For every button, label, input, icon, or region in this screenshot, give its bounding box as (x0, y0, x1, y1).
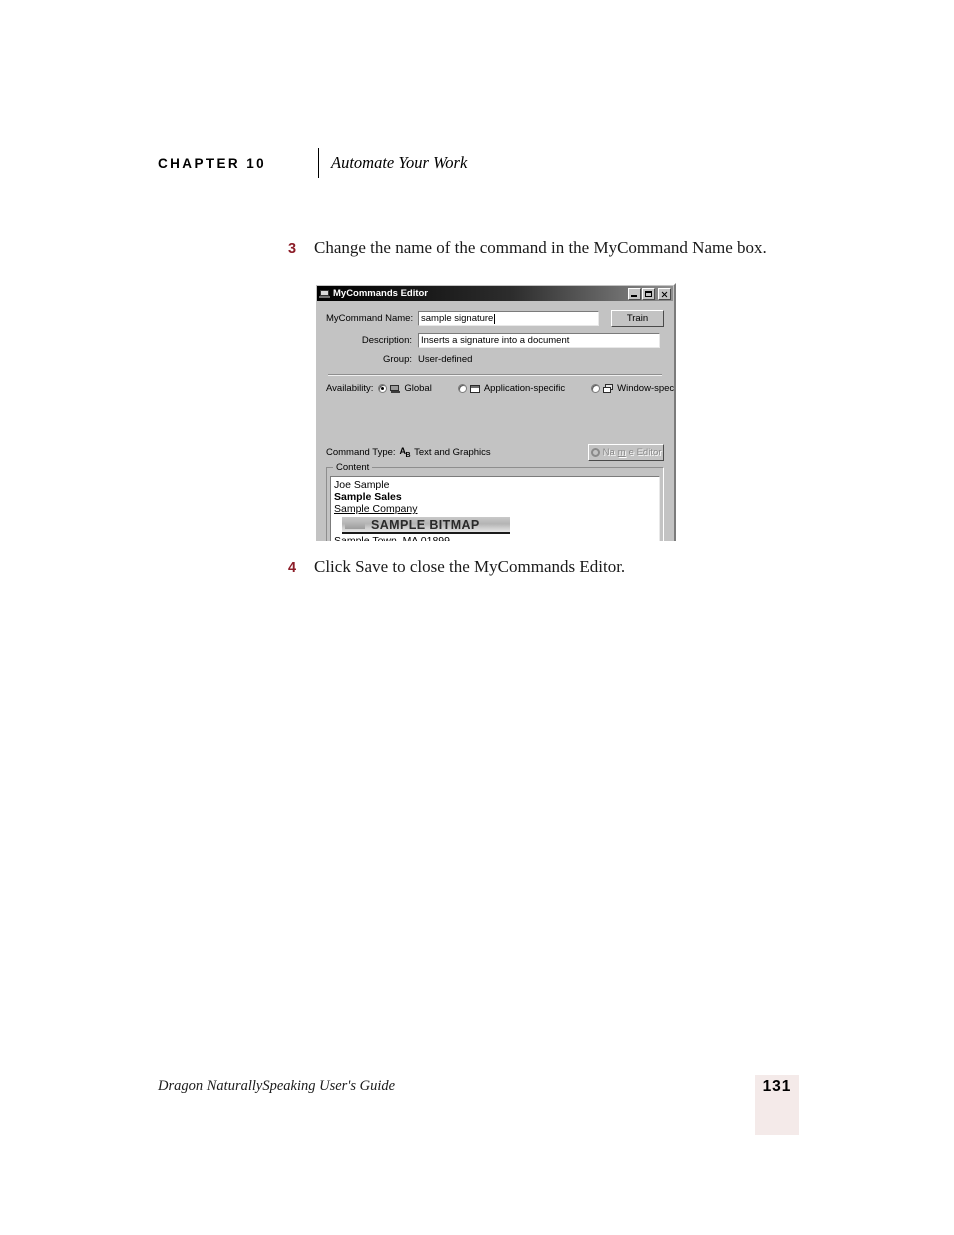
description-input[interactable]: Inserts a signature into a document (418, 333, 660, 348)
step-text: Click Save to close the MyCommands Edito… (314, 557, 626, 576)
mycommands-editor-icon (319, 288, 331, 300)
minimize-icon[interactable] (628, 287, 641, 300)
pen-icon (590, 448, 600, 457)
availability-option-application-specific-label: Application-specific (483, 383, 566, 394)
step-item: 4 Click Save to close the MyCommands Edi… (288, 557, 625, 577)
content-editor[interactable]: Joe Sample Sample Sales Sample Company S… (330, 476, 660, 541)
description-value: Inserts a signature into a document (421, 335, 570, 346)
name-editor-button[interactable]: Na m e Editor (588, 444, 664, 461)
command-type-label: Command Type: (326, 447, 396, 458)
mycommand-name-value: sample signature (421, 313, 494, 324)
availability-option-global[interactable]: Global (378, 383, 432, 394)
name-editor-label-mnemonic: m (617, 447, 626, 458)
step-text: Change the name of the command in the My… (314, 238, 767, 257)
chapter-label: CHAPTER 10 (158, 155, 267, 171)
content-line: Joe Sample (334, 479, 390, 491)
mycommand-name-input[interactable]: sample signature (418, 311, 599, 326)
content-line: Sample Sales (334, 491, 402, 503)
mycommands-editor-dialog: MyCommands Editor MyCommand Name: sample… (314, 283, 676, 541)
description-row: Description: Inserts a signature into a … (326, 333, 664, 348)
content-line: Sample Company (334, 503, 418, 515)
group-value: User-defined (418, 354, 473, 365)
window-buttons (628, 287, 671, 300)
bitmap-swatch (345, 520, 365, 529)
name-editor-label-before: Na (602, 447, 615, 458)
dialog-title: MyCommands Editor (333, 288, 429, 299)
application-window-icon (469, 384, 481, 394)
content-groupbox: Content Joe Sample Sample Sales Sample C… (326, 462, 664, 541)
mycommand-name-label: MyCommand Name: (326, 313, 414, 324)
text-and-graphics-icon: AB (399, 446, 411, 459)
availability-label: Availability: (326, 383, 374, 394)
radio-application-specific[interactable] (457, 384, 467, 393)
content-groupbox-title: Content (333, 462, 373, 473)
group-label: Group: (382, 354, 412, 365)
command-type-value: Text and Graphics (414, 447, 491, 458)
text-caret (494, 313, 496, 324)
radio-global[interactable] (378, 384, 388, 393)
name-editor-label-after: e Editor (628, 447, 662, 458)
step-number: 4 (288, 560, 297, 576)
train-button[interactable]: Train (610, 310, 664, 327)
chapter-header: CHAPTER 10 Automate Your Work (158, 148, 467, 178)
group-row: Group: User-defined (326, 354, 664, 365)
command-type-row: Command Type: AB Text and Graphics Na m e … (326, 444, 664, 461)
section-divider (328, 374, 662, 376)
footer-guide-title: Dragon NaturallySpeaking User's Guide (158, 1078, 396, 1094)
header-divider (318, 148, 319, 178)
availability-option-application-specific[interactable]: Application-specific (457, 383, 566, 394)
step-item: 3 Change the name of the command in the … (288, 238, 767, 258)
radio-window-specific[interactable] (591, 384, 601, 393)
sample-bitmap-label: SAMPLE BITMAP (371, 517, 480, 532)
dialog-body: MyCommand Name: sample signature Train D… (316, 301, 674, 541)
sample-bitmap-image: SAMPLE BITMAP (342, 517, 510, 534)
availability-row: Availability: Global Application-specifi… (326, 383, 674, 394)
computer-icon (390, 384, 401, 394)
chapter-title: Automate Your Work (331, 153, 468, 172)
close-icon[interactable] (658, 287, 671, 300)
step-number: 3 (288, 241, 297, 257)
maximize-icon[interactable] (642, 287, 655, 300)
cascading-windows-icon (603, 383, 614, 394)
page-number: 131 (762, 1078, 792, 1095)
dialog-titlebar[interactable]: MyCommands Editor (317, 286, 673, 301)
mycommand-name-row: MyCommand Name: sample signature Train (326, 310, 664, 327)
content-line: Sample Town, MA 01899 (334, 535, 450, 541)
availability-option-window-specific-label: Window-specific (617, 383, 675, 394)
availability-option-global-label: Global (404, 383, 432, 394)
description-label: Description: (361, 335, 412, 346)
availability-option-window-specific[interactable]: Window-specific (591, 383, 675, 394)
